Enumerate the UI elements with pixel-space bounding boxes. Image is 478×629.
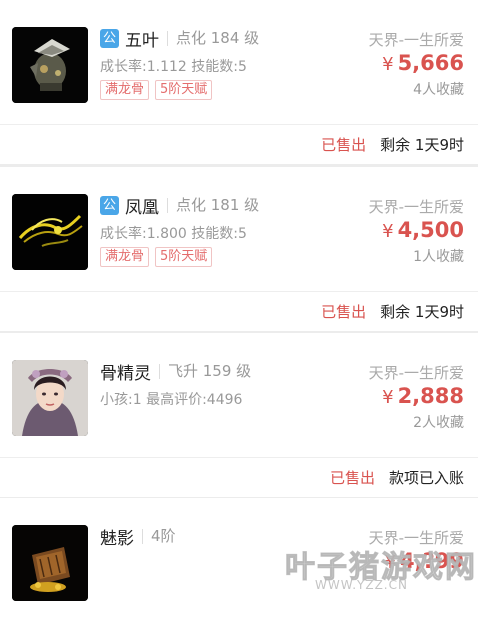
listing-card[interactable]: 骨精灵 飞升 159 级 小孩:1 最高评价:4496 天界-一生所爱 ¥2,8…: [0, 333, 478, 497]
currency-symbol: ¥: [384, 552, 396, 573]
pet-name: 凤凰: [125, 197, 159, 218]
tag: 5阶天赋: [155, 80, 213, 100]
price-value: 4,500: [397, 218, 464, 242]
server-name: 天界-一生所爱: [368, 198, 464, 216]
pet-level: 点化 184 级: [167, 30, 259, 46]
pet-name: 五叶: [125, 30, 159, 51]
listing-summary[interactable]: 骨精灵 飞升 159 级 小孩:1 最高评价:4496 天界-一生所爱 ¥2,8…: [0, 333, 478, 457]
pet-level: 点化 181 级: [167, 197, 259, 213]
currency-symbol: ¥: [382, 387, 394, 408]
price: ¥2,888: [382, 384, 464, 408]
favorite-count: 2人收藏: [413, 415, 464, 431]
sold-status: 已售出: [321, 136, 367, 154]
time-remaining: 剩余 1天9时: [380, 136, 464, 154]
currency-symbol: ¥: [382, 221, 394, 242]
sold-status: 已售出: [321, 303, 367, 321]
tag-group: 满龙骨 5阶天赋: [100, 80, 213, 100]
price: ¥5,666: [382, 51, 464, 75]
price-value: 5,666: [397, 51, 464, 75]
listing-footer: 已售出 款项已入账: [0, 457, 478, 497]
server-name: 天界-一生所爱: [368, 529, 464, 547]
time-remaining: 剩余 1天9时: [380, 303, 464, 321]
armored-pet-icon[interactable]: [12, 27, 88, 103]
character-portrait-icon[interactable]: [12, 360, 88, 436]
favorite-count: 4人收藏: [413, 82, 464, 98]
favorite-count: 1人收藏: [413, 249, 464, 265]
listing-summary[interactable]: 魅影 4阶 天界-一生所爱 ¥4,?99: [0, 498, 478, 622]
listing-title-row: 公 凤凰 点化 181 级: [100, 193, 259, 218]
listing-title-row: 公 五叶 点化 184 级: [100, 26, 259, 51]
listing-list: 公 五叶 点化 184 级 成长率:1.112 技能数:5 满龙骨 5阶天赋 天…: [0, 0, 478, 629]
tag: 满龙骨: [100, 247, 150, 267]
price: ¥4,?99: [385, 549, 464, 573]
listing-footer: 已售出 剩余 1天9时: [0, 291, 478, 331]
pet-name: 骨精灵: [100, 363, 151, 384]
tag: 5阶天赋: [155, 247, 213, 267]
price-value: 2,888: [397, 384, 464, 408]
pet-stats: 成长率:1.800 技能数:5: [100, 226, 247, 242]
item-name: 魅影: [100, 528, 134, 549]
listing-summary[interactable]: 公 五叶 点化 184 级 成长率:1.112 技能数:5 满龙骨 5阶天赋 天…: [0, 0, 478, 124]
golden-phoenix-icon[interactable]: [12, 194, 88, 270]
pet-stats: 小孩:1 最高评价:4496: [100, 392, 243, 408]
payment-status: 款项已入账: [388, 469, 464, 487]
listing-card[interactable]: 魅影 4阶 天界-一生所爱 ¥4,?99: [0, 498, 478, 629]
item-level: 4阶: [142, 528, 176, 544]
currency-symbol: ¥: [382, 54, 394, 75]
listing-footer: 已售出 剩余 1天9时: [0, 124, 478, 164]
listing-summary[interactable]: 公 凤凰 点化 181 级 成长率:1.800 技能数:5 满龙骨 5阶天赋 天…: [0, 167, 478, 291]
listing-title-row: 魅影 4阶: [100, 524, 176, 549]
price: ¥4,500: [382, 218, 464, 242]
listing-card[interactable]: 公 五叶 点化 184 级 成长率:1.112 技能数:5 满龙骨 5阶天赋 天…: [0, 0, 478, 164]
treasure-item-icon[interactable]: [12, 525, 88, 601]
server-name: 天界-一生所爱: [368, 364, 464, 382]
tag: 满龙骨: [100, 80, 150, 100]
public-badge: 公: [100, 28, 119, 48]
sold-status: 已售出: [329, 469, 375, 487]
tag-group: 满龙骨 5阶天赋: [100, 247, 213, 267]
pet-stats: 成长率:1.112 技能数:5: [100, 59, 247, 75]
public-badge: 公: [100, 195, 119, 215]
pet-level: 飞升 159 级: [159, 363, 251, 379]
price-value: 4,?99: [400, 549, 464, 573]
listing-card[interactable]: 公 凤凰 点化 181 级 成长率:1.800 技能数:5 满龙骨 5阶天赋 天…: [0, 167, 478, 331]
listing-title-row: 骨精灵 飞升 159 级: [100, 359, 251, 384]
server-name: 天界-一生所爱: [368, 31, 464, 49]
